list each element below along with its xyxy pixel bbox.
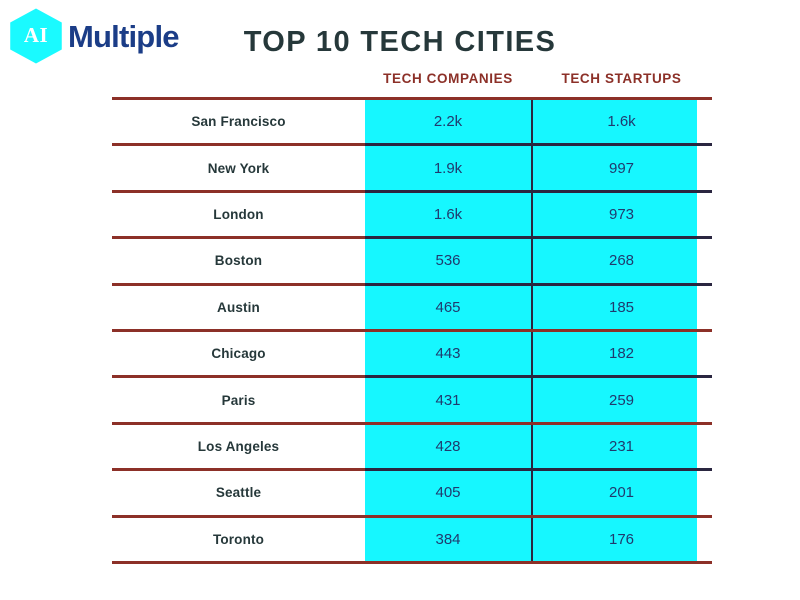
cell-tech-companies: 536 xyxy=(435,252,461,270)
cell-tech-startups: 259 xyxy=(608,391,635,409)
column-header-tech-startups: TECH STARTUPS xyxy=(561,71,682,86)
cell-city-name: San Francisco xyxy=(191,114,286,130)
cell-city-name: Seattle xyxy=(215,485,262,501)
row-separator-right xyxy=(365,560,712,564)
table-row[interactable]: Toronto 384 176 xyxy=(112,518,712,561)
table-row[interactable]: Austin 465 185 xyxy=(112,286,712,329)
table-body: San Francisco 2.2k 1.6k New York 1.9k 997 Lond… xyxy=(112,97,712,564)
cell-tech-startups: 231 xyxy=(608,437,635,455)
tech-cities-table: TECH COMPANIES TECH STARTUPS San Francis… xyxy=(112,71,712,564)
cell-tech-companies: 1.6k xyxy=(433,205,463,223)
cell-tech-companies: 443 xyxy=(435,345,461,363)
cell-tech-startups: 182 xyxy=(608,345,635,363)
cell-city-name: Los Angeles xyxy=(197,438,280,454)
table-row[interactable]: Boston 536 268 xyxy=(112,239,712,282)
table-row[interactable]: San Francisco 2.2k 1.6k xyxy=(112,100,712,143)
cell-tech-companies: 405 xyxy=(435,484,461,502)
cell-city-name: Toronto xyxy=(212,531,265,547)
cell-tech-startups: 201 xyxy=(608,484,635,502)
table-column-headers: TECH COMPANIES TECH STARTUPS xyxy=(112,71,712,97)
row-separator xyxy=(112,560,712,564)
cell-tech-companies: 2.2k xyxy=(433,113,463,131)
cell-city-name: Paris xyxy=(221,392,256,408)
cell-city-name: Boston xyxy=(214,253,263,269)
cell-city-name: New York xyxy=(207,160,270,176)
cell-tech-startups: 997 xyxy=(608,159,635,177)
table-row[interactable]: Los Angeles 428 231 xyxy=(112,425,712,468)
cell-city-name: Austin xyxy=(217,299,260,315)
row-separator-left xyxy=(112,560,365,564)
cell-tech-startups: 268 xyxy=(608,252,635,270)
cell-tech-startups: 176 xyxy=(608,530,635,548)
cell-tech-startups: 185 xyxy=(608,298,635,316)
table-row[interactable]: New York 1.9k 997 xyxy=(112,146,712,189)
cell-tech-startups: 1.6k xyxy=(607,113,636,131)
cell-tech-companies: 1.9k xyxy=(433,159,463,177)
page-title: TOP 10 TECH CITIES xyxy=(243,26,557,58)
table-row[interactable]: Paris 431 259 xyxy=(112,378,712,421)
table-row[interactable]: Chicago 443 182 xyxy=(112,332,712,375)
cell-city-name: London xyxy=(213,206,264,222)
cell-tech-companies: 428 xyxy=(435,437,461,455)
table-row[interactable]: Seattle 405 201 xyxy=(112,471,712,514)
table-row[interactable]: London 1.6k 973 xyxy=(112,193,712,236)
cell-tech-companies: 431 xyxy=(435,391,461,409)
cell-city-name: Chicago xyxy=(211,346,266,362)
cell-tech-companies: 465 xyxy=(435,298,461,316)
cell-tech-startups: 973 xyxy=(608,205,635,223)
cell-tech-companies: 384 xyxy=(435,530,461,548)
column-header-tech-companies: TECH COMPANIES xyxy=(383,71,513,86)
